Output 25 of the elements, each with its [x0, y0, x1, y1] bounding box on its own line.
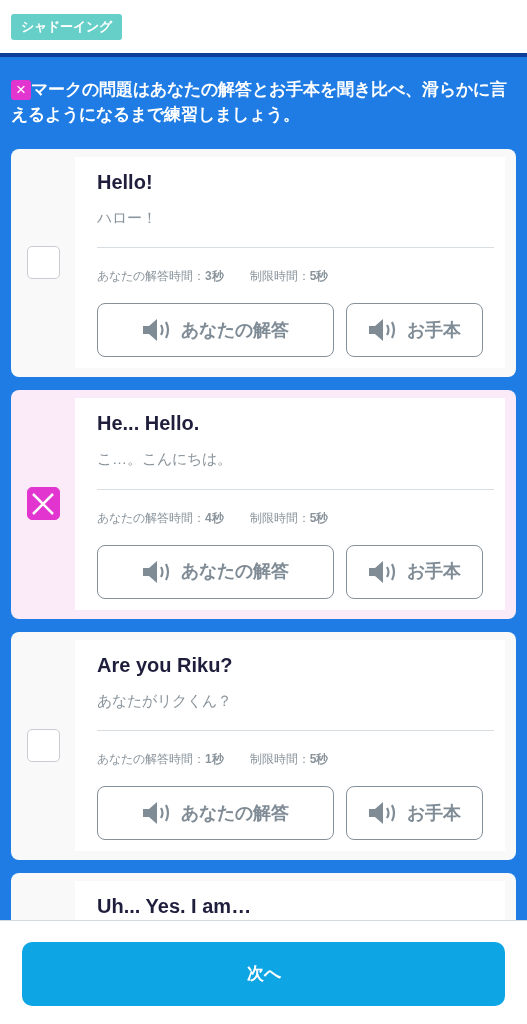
time-limit-text: 制限時間：5秒 — [249, 751, 329, 768]
answer-time-text: あなたの解答時間：3秒 — [97, 268, 224, 285]
phrase-title: Hello! — [97, 169, 154, 195]
phrase-title: Uh... Yes. I am… — [97, 894, 253, 919]
time-limit-text: 制限時間：5秒 — [249, 509, 329, 527]
next-button[interactable]: 次へ — [22, 942, 505, 1006]
phrase-title: He... Hello. — [97, 411, 201, 436]
answer-time-text: あなたの解答時間：1秒 — [97, 751, 224, 768]
play-model-button[interactable]: お手本 — [346, 544, 483, 599]
play-model-button[interactable]: お手本 — [346, 786, 483, 840]
translation-text: あなたがリクくん？ — [97, 690, 233, 711]
play-answer-button[interactable]: あなたの解答 — [97, 786, 334, 840]
time-limit-text: 制限時間：5秒 — [249, 268, 329, 285]
mark-checkbox[interactable] — [26, 245, 60, 279]
answer-time-text: あなたの解答時間：4秒 — [97, 509, 224, 527]
play-model-button[interactable]: お手本 — [346, 303, 483, 357]
mark-checkbox[interactable] — [26, 728, 60, 762]
play-answer-button[interactable]: あなたの解答 — [97, 303, 334, 357]
play-answer-button[interactable]: あなたの解答 — [97, 544, 334, 599]
translation-text: こ…。こんにちは。 — [97, 449, 233, 469]
translation-text: ハロー！ — [97, 207, 158, 228]
instruction-text: × マークの問題はあなたの解答とお手本を聞き比べ、滑らかに言えるようになるまで練習しましょう。 — [11, 78, 508, 126]
phrase-title: Are you Riku? — [97, 652, 234, 678]
category-tag: シャドーイング — [11, 14, 122, 40]
mark-checkbox[interactable] — [26, 487, 60, 521]
